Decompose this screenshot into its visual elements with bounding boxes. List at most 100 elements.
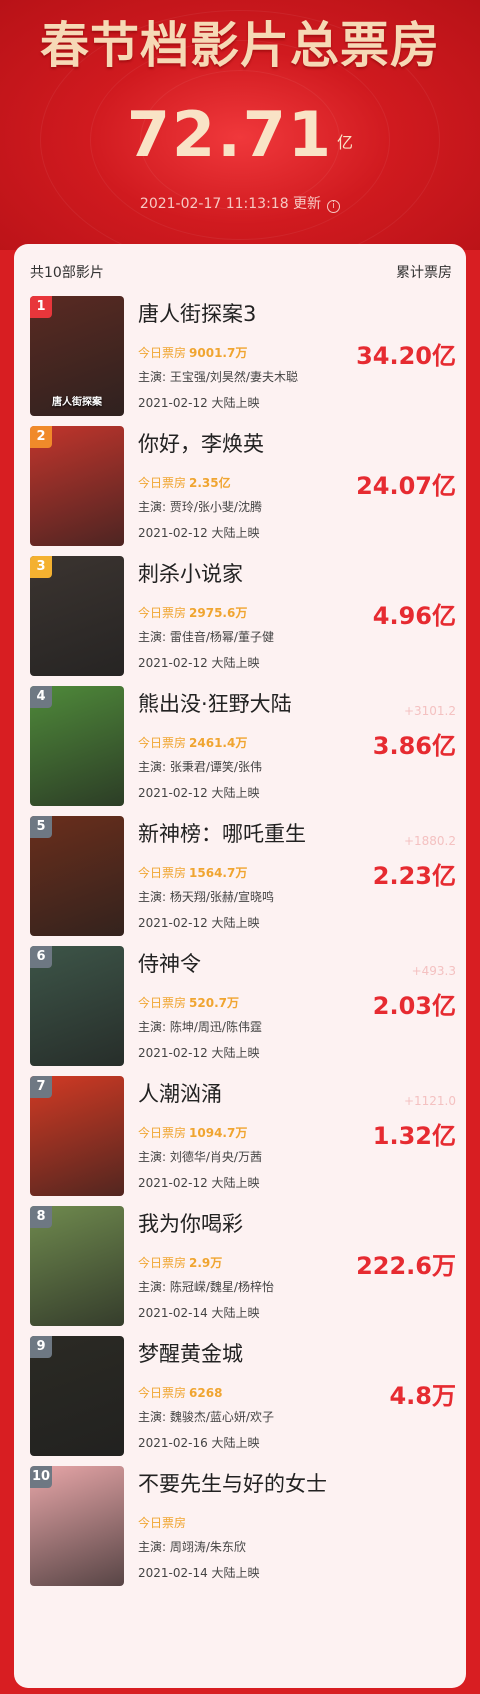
cumulative-box-office: 24.07亿 — [356, 472, 456, 500]
film-title: 刺杀小说家 — [138, 562, 243, 586]
today-value: 2.9万 — [189, 1256, 223, 1270]
today-value: 520.7万 — [189, 996, 239, 1010]
cumulative-box-office: 4.96亿 — [372, 602, 456, 630]
today-value: 2.35亿 — [189, 476, 231, 490]
film-poster[interactable]: 5 — [30, 816, 124, 936]
box-office-delta: +1121.0 — [403, 1094, 456, 1108]
film-poster[interactable]: 4 — [30, 686, 124, 806]
column-label: 累计票房 — [396, 265, 452, 281]
today-box-office: 今日票房 1564.7万 — [138, 864, 247, 881]
today-label: 今日票房 — [138, 1256, 187, 1270]
film-row[interactable]: 7 人潮汹涌今日票房 1094.7万主演: 刘德华/肖央/万茜 2021-02-12 … — [14, 1076, 466, 1216]
film-row[interactable]: 4 熊出没·狂野大陆今日票房 2461.4万主演: 张秉君/谭笑/张伟 2021-02… — [14, 686, 466, 826]
today-box-office: 今日票房 9001.7万 — [138, 344, 247, 361]
today-value: 2461.4万 — [189, 736, 248, 750]
cumulative-box-office: 2.03亿 — [372, 992, 456, 1020]
rank-badge: 4 — [30, 686, 52, 708]
box-office-delta: +1880.2 — [403, 834, 456, 848]
today-value: 1094.7万 — [189, 1126, 248, 1140]
film-poster[interactable]: 3 — [30, 556, 124, 676]
film-cast: 主演: 陈冠嵘/魏星/杨梓怡 — [138, 1280, 274, 1294]
info-icon[interactable]: i — [327, 200, 341, 213]
cumulative-box-office: 222.6万 — [356, 1252, 456, 1280]
release-date: 2021-02-12 大陆上映 — [138, 526, 260, 540]
release-date: 2021-02-12 大陆上映 — [138, 656, 260, 670]
today-box-office: 今日票房 520.7万 — [138, 994, 239, 1011]
box-office-delta: +493.3 — [411, 964, 456, 978]
page-title: 春节档影片总票房 — [39, 17, 440, 74]
total-value: 72.71 — [126, 98, 334, 171]
film-title: 侍神令 — [138, 952, 201, 976]
today-label: 今日票房 — [138, 1386, 187, 1400]
film-title: 我为你喝彩 — [138, 1212, 243, 1236]
update-timestamp: 2021-02-17 11:13:18 更新 i — [0, 193, 480, 213]
film-cast: 主演: 魏骏杰/蓝心妍/欢子 — [138, 1410, 274, 1424]
release-date: 2021-02-14 大陆上映 — [138, 1306, 260, 1320]
film-title: 熊出没·狂野大陆 — [138, 692, 292, 716]
rank-badge: 10 — [30, 1466, 52, 1488]
film-row[interactable]: 10 不要先生与好的女士今日票房主演: 周翊涛/朱东欣 2021-02-14 大陆上… — [14, 1466, 466, 1606]
today-label: 今日票房 — [138, 346, 187, 360]
today-value: 9001.7万 — [189, 346, 248, 360]
today-label: 今日票房 — [138, 606, 187, 620]
today-label: 今日票房 — [138, 866, 187, 880]
film-poster[interactable]: 9 — [30, 1336, 124, 1456]
film-row[interactable]: 6 侍神令 今日票房 520.7万 主演: 陈坤/周迅/陈伟霆 2021-02-12 大陆… — [14, 946, 466, 1086]
film-cast: 主演: 王宝强/刘昊然/妻夫木聪 — [138, 370, 298, 384]
film-cast: 主演: 周翊涛/朱东欣 — [138, 1540, 246, 1554]
film-row[interactable]: 2 你好，李焕英今日票房 2.35亿主演: 贾玲/张小斐/沈腾 2021-02-12 … — [14, 426, 466, 566]
rank-badge: 2 — [30, 426, 52, 448]
film-row[interactable]: 1 唐人街探案 唐人街探案3 今日票房 9001.7万 主演: 王宝强/刘昊然/妻夫木聪 2… — [14, 296, 466, 436]
film-cast: 主演: 刘德华/肖央/万茜 — [138, 1150, 262, 1164]
today-box-office: 今日票房 2.9万 — [138, 1254, 222, 1271]
today-value: 2975.6万 — [189, 606, 248, 620]
today-box-office: 今日票房 1094.7万 — [138, 1124, 247, 1141]
today-label: 今日票房 — [138, 1516, 187, 1530]
film-row[interactable]: 9 梦醒黄金城 今日票房 6268 主演: 魏骏杰/蓝心妍/欢子 2021-02-16 大… — [14, 1336, 466, 1476]
release-date: 2021-02-14 大陆上映 — [138, 1566, 260, 1580]
film-title: 新神榜：哪吒重生 — [138, 822, 306, 846]
today-value: 6268 — [189, 1386, 223, 1400]
release-date: 2021-02-12 大陆上映 — [138, 1176, 260, 1190]
today-label: 今日票房 — [138, 476, 187, 490]
box-office-delta: +3101.2 — [403, 704, 456, 718]
film-poster[interactable]: 6 — [30, 946, 124, 1066]
rank-badge: 7 — [30, 1076, 52, 1098]
film-title: 不要先生与好的女士 — [138, 1472, 327, 1496]
today-box-office: 今日票房 2461.4万 — [138, 734, 247, 751]
cumulative-box-office: 1.32亿 — [372, 1122, 456, 1150]
cumulative-box-office: 3.86亿 — [372, 732, 456, 760]
rank-badge: 9 — [30, 1336, 52, 1358]
film-poster[interactable]: 10 — [30, 1466, 124, 1586]
film-poster[interactable]: 7 — [30, 1076, 124, 1196]
film-poster[interactable]: 2 — [30, 426, 124, 546]
release-date: 2021-02-12 大陆上映 — [138, 786, 260, 800]
film-count: 共10部影片 — [30, 265, 104, 281]
rank-badge: 6 — [30, 946, 52, 968]
film-cast: 主演: 张秉君/谭笑/张伟 — [138, 760, 262, 774]
poster-title: 唐人街探案 — [52, 397, 102, 408]
film-poster[interactable]: 8 — [30, 1206, 124, 1326]
film-title: 梦醒黄金城 — [138, 1342, 243, 1366]
release-date: 2021-02-12 大陆上映 — [138, 916, 260, 930]
film-poster[interactable]: 1 唐人街探案 — [30, 296, 124, 416]
today-label: 今日票房 — [138, 1126, 187, 1140]
film-cast: 主演: 陈坤/周迅/陈伟霆 — [138, 1020, 262, 1034]
total-box-office: 72.71 亿 — [0, 98, 480, 171]
film-row[interactable]: 3 刺杀小说家 今日票房 2975.6万 主演: 雷佳音/杨幂/董子健 2021-02-1… — [14, 556, 466, 696]
total-unit: 亿 — [337, 133, 354, 152]
today-box-office: 今日票房 — [138, 1514, 186, 1531]
today-label: 今日票房 — [138, 736, 187, 750]
rank-badge: 5 — [30, 816, 52, 838]
film-list-card: 共10部影片 累计票房 1 唐人街探案 唐人街探案3 今日票房 9001.7万 主演: 王… — [14, 244, 466, 1688]
cumulative-box-office: 2.23亿 — [372, 862, 456, 890]
update-text: 2021-02-17 11:13:18 更新 — [139, 196, 322, 212]
film-row[interactable]: 8 我为你喝彩今日票房 2.9万主演: 陈冠嵘/魏星/杨梓怡 2021-02-14 大… — [14, 1206, 466, 1346]
today-label: 今日票房 — [138, 996, 187, 1010]
film-title: 你好，李焕英 — [138, 432, 264, 456]
film-cast: 主演: 杨天翔/张赫/宣晓鸣 — [138, 890, 274, 904]
rank-badge: 1 — [30, 296, 52, 318]
film-row[interactable]: 5 新神榜：哪吒重生今日票房 1564.7万主演: 杨天翔/张赫/宣晓鸣 2021-0… — [14, 816, 466, 956]
film-title: 人潮汹涌 — [138, 1082, 222, 1106]
film-cast: 主演: 贾玲/张小斐/沈腾 — [138, 500, 262, 514]
